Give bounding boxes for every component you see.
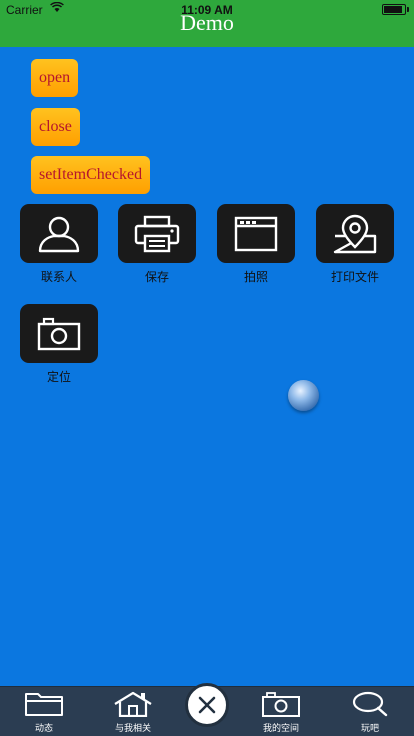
location-map-icon — [316, 204, 394, 263]
grid-item-locate[interactable]: 定位 — [20, 304, 98, 385]
open-button[interactable]: open — [31, 59, 79, 97]
navigation-bar: Carrier 11:09 AM Demo — [0, 0, 414, 47]
grid-item-label: 拍照 — [243, 270, 268, 284]
tab-my-space[interactable]: 我的空间 — [240, 687, 322, 736]
grid-item-label: 保存 — [144, 270, 169, 284]
printer-icon — [118, 204, 196, 263]
page-title: Demo — [180, 10, 234, 35]
tab-label: 玩吧 — [360, 724, 379, 734]
window-icon — [217, 204, 295, 263]
camera-icon — [20, 304, 98, 363]
set-item-checked-button[interactable]: setItemChecked — [31, 156, 151, 194]
tab-label: 我的空间 — [262, 724, 299, 734]
grid-item-label: 定位 — [46, 370, 71, 384]
tab-label: 动态 — [34, 724, 53, 734]
tab-related[interactable]: 与我相关 — [92, 687, 174, 736]
close-button[interactable]: close — [31, 108, 80, 146]
grid-item-label: 打印文件 — [330, 270, 379, 284]
floating-bubble[interactable] — [288, 380, 319, 411]
tab-feed[interactable]: 动态 — [3, 687, 85, 736]
search-icon — [352, 691, 388, 717]
grid-item-print-file[interactable]: 打印文件 — [316, 204, 394, 285]
folder-icon — [25, 693, 63, 716]
grid-item-label: 联系人 — [40, 270, 77, 284]
close-icon — [198, 696, 216, 714]
camera-icon — [262, 692, 300, 717]
grid-item-contacts[interactable]: 联系人 — [20, 204, 98, 285]
center-close-button[interactable] — [185, 683, 229, 727]
grid-item-photo[interactable]: 拍照 — [217, 204, 295, 285]
home-icon — [114, 691, 152, 718]
user-icon — [20, 204, 98, 263]
grid-item-save[interactable]: 保存 — [118, 204, 196, 285]
tab-play[interactable]: 玩吧 — [329, 687, 411, 736]
tab-label: 与我相关 — [114, 724, 151, 734]
